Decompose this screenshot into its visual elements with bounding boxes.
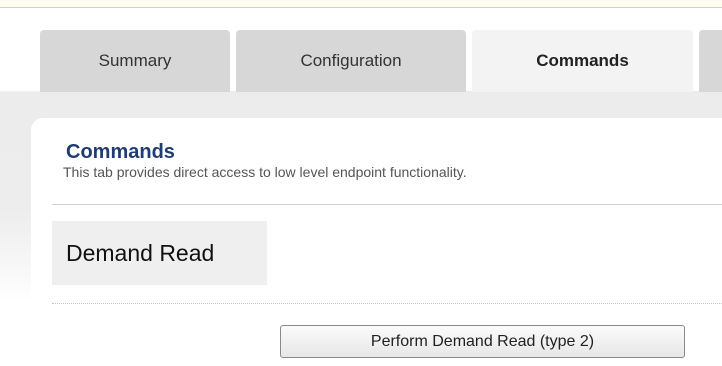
- tab-commands[interactable]: Commands: [472, 30, 693, 92]
- perform-demand-read-button[interactable]: Perform Demand Read (type 2): [280, 325, 685, 358]
- tab-summary[interactable]: Summary: [40, 30, 230, 92]
- tab-configuration[interactable]: Configuration: [236, 30, 466, 92]
- notice-strip: [0, 0, 722, 8]
- section-divider: [52, 204, 722, 205]
- commands-section-title: Commands: [66, 141, 175, 163]
- demand-read-heading: Demand Read: [66, 240, 215, 266]
- page-root: Summary Configuration Commands Commands …: [0, 0, 722, 366]
- demand-read-divider: [52, 303, 722, 304]
- commands-section-description: This tab provides direct access to low l…: [63, 164, 467, 180]
- tab-next-partial[interactable]: [699, 30, 722, 92]
- demand-read-subheader: Demand Read: [52, 221, 267, 285]
- commands-panel: Commands This tab provides direct access…: [31, 118, 722, 366]
